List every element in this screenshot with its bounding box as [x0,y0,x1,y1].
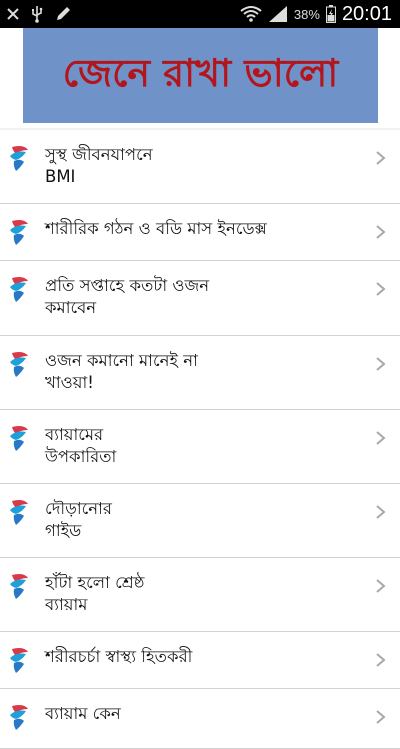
list-item[interactable]: সুস্থ জীবনযাপনে BMI [0,130,400,204]
list-item-title: হাঁটা হলো শ্রেষ্ঠ ব্যায়াম [45,573,145,614]
chevron-right-icon [376,505,386,519]
list-item[interactable]: প্রতি সপ্তাহে কতটা ওজন কমাবেন [0,261,400,336]
app-leaf-icon [10,220,28,245]
list-item-title: সুস্থ জীবনযাপনে BMI [45,145,153,186]
signal-icon [268,6,287,22]
chevron-right-icon [376,357,386,371]
battery-icon [325,5,336,23]
app-leaf-icon [10,146,28,171]
banner-title: জেনে রাখা ভালো [62,50,339,95]
app-leaf-icon [10,500,28,525]
chevron-right-icon [376,151,386,165]
wifi-icon [240,6,262,22]
system-icons: 38% 20:01 [240,0,392,28]
list-item[interactable]: ব্যায়াম কেন [0,689,400,749]
app-leaf-icon [10,574,28,599]
chevron-right-icon [376,225,386,239]
list-item[interactable]: দৌড়ানোর গাইড [0,484,400,558]
banner: জেনে রাখা ভালো [23,28,378,123]
app-leaf-icon [10,426,28,451]
list-item[interactable]: ওজন কমানো মানেই না খাওয়া! [0,336,400,410]
list-item-title: ব্যায়াম কেন [45,704,121,723]
app-leaf-icon [10,705,28,730]
notification-icons [6,4,72,24]
battery-percent: 38% [293,6,320,22]
banner-area: জেনে রাখা ভালো [0,28,400,128]
list-item[interactable]: শারীরিক গঠন ও বডি মাস ইনডেক্স [0,204,400,261]
list-item[interactable]: ব্যায়ামের উপকারিতা [0,410,400,484]
list-item-title: ওজন কমানো মানেই না খাওয়া! [45,351,198,392]
cross-icon [7,8,19,20]
app-leaf-icon [10,648,28,673]
usb-icon [32,6,43,23]
list-item-title: শারীরিক গঠন ও বডি মাস ইনডেক্স [45,219,267,238]
chevron-right-icon [376,282,386,296]
chevron-right-icon [376,431,386,445]
list-item-title: প্রতি সপ্তাহে কতটা ওজন কমাবেন [45,276,210,317]
list-item[interactable]: হাঁটা হলো শ্রেষ্ঠ ব্যায়াম [0,558,400,632]
list-item-title: শরীরচর্চা স্বাস্থ্য হিতকরী [45,647,193,666]
status-bar: 38% 20:01 [0,0,400,28]
pen-icon [57,7,70,20]
article-list: সুস্থ জীবনযাপনে BMI শারীরিক গঠন ও বডি মা… [0,130,400,749]
chevron-right-icon [376,579,386,593]
chevron-right-icon [376,710,386,724]
app-leaf-icon [10,352,28,377]
list-item-title: ব্যায়ামের উপকারিতা [45,425,117,466]
list-item-title: দৌড়ানোর গাইড [45,499,112,540]
app-leaf-icon [10,277,28,302]
clock: 20:01 [341,2,392,25]
chevron-right-icon [376,653,386,667]
list-item[interactable]: শরীরচর্চা স্বাস্থ্য হিতকরী [0,632,400,689]
